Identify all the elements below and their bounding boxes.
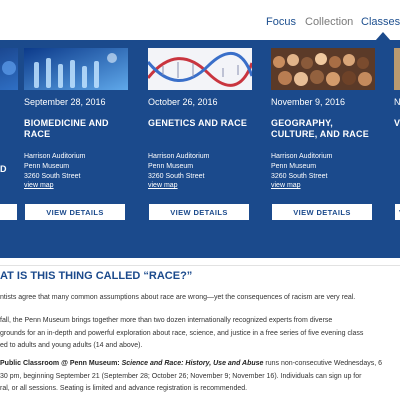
paragraph-text: runs non-consecutive Wednesdays, 6 xyxy=(263,360,383,367)
view-map-link[interactable]: view map xyxy=(271,182,301,189)
section-divider xyxy=(0,265,400,266)
view-details-button[interactable]: V xyxy=(394,203,400,221)
class-image xyxy=(394,48,400,90)
class-title: BIOMEDICINE AND RACE xyxy=(24,118,109,139)
top-navigation: Focus Collection Classes xyxy=(0,0,400,41)
intro-paragraph-1: ntists agree that many common assumption… xyxy=(0,292,400,305)
class-card-geography: November 9, 2016 GEOGRAPHY, CULTURE, AND… xyxy=(271,40,375,258)
venue-building: Penn Museum xyxy=(148,163,194,170)
intro-section: AT IS THIS THING CALLED “RACE?” ntists a… xyxy=(0,258,400,400)
paragraph-text: ntists agree that many common assumption… xyxy=(0,294,356,301)
class-date: October 26, 2016 xyxy=(148,97,218,107)
paragraph-line: ral, or all sessions. Seating is limited… xyxy=(0,385,248,392)
view-details-button[interactable]: VIEW DETAILS xyxy=(148,203,250,221)
class-title: GENETICS AND RACE xyxy=(148,118,248,128)
nav-focus-link[interactable]: Focus xyxy=(266,16,296,28)
class-image xyxy=(0,48,18,90)
paragraph-line: fall, the Penn Museum brings together mo… xyxy=(0,317,333,324)
paragraph-line: 30 pm, beginning September 21 (September… xyxy=(0,372,362,380)
class-venue: Harrison Auditorium Penn Museum 3260 Sou… xyxy=(148,152,252,182)
venue-building: Penn Museum xyxy=(24,163,70,170)
view-details-button[interactable]: VIEW DETAILS xyxy=(24,203,126,221)
venue-street: 3260 South Street xyxy=(24,173,81,180)
intro-paragraph-2: fall, the Penn Museum brings together mo… xyxy=(0,315,400,353)
venue-name: Harrison Auditorium xyxy=(271,153,333,160)
view-map-link[interactable]: view map xyxy=(148,182,178,189)
section-heading: AT IS THIS THING CALLED “RACE?” xyxy=(0,270,193,282)
venue-name: Harrison Auditorium xyxy=(148,153,210,160)
nav-classes-link[interactable]: Classes xyxy=(361,16,400,28)
venue-street: 3260 South Street xyxy=(271,173,328,180)
venue-name: Harrison Auditorium xyxy=(24,153,86,160)
class-date: November 9, 2016 xyxy=(271,97,346,107)
venue-street: 3260 South Street xyxy=(148,173,205,180)
class-carousel: D September 28, 2016 BIOMEDICINE AND RAC… xyxy=(0,40,400,258)
class-card: D xyxy=(0,40,18,258)
view-details-button[interactable] xyxy=(0,203,18,221)
nav-collection-link[interactable]: Collection xyxy=(305,16,353,28)
class-image-genetics xyxy=(148,48,252,90)
view-details-button[interactable]: VIEW DETAILS xyxy=(271,203,373,221)
class-title: V xyxy=(394,118,400,128)
class-image-biomedicine xyxy=(24,48,128,90)
class-date: September 28, 2016 xyxy=(24,97,106,107)
paragraph-line: ed to adults and young adults (14 and ab… xyxy=(0,342,143,349)
class-card: N V V xyxy=(394,40,400,258)
class-venue: Harrison Auditorium Penn Museum 3260 Sou… xyxy=(271,152,375,182)
class-date: N xyxy=(394,97,400,107)
venue-building: Penn Museum xyxy=(271,163,317,170)
class-card-genetics: October 26, 2016 GENETICS AND RACE Harri… xyxy=(148,40,252,258)
class-title: GEOGRAPHY, CULTURE, AND RACE xyxy=(271,118,369,139)
view-map-link[interactable]: view map xyxy=(24,182,54,189)
class-card-biomedicine: September 28, 2016 BIOMEDICINE AND RACE … xyxy=(24,40,128,258)
intro-paragraph-3: Public Classroom @ Penn Museum: Science … xyxy=(0,358,400,396)
paragraph-line: grounds for an in-depth and powerful exp… xyxy=(0,329,364,337)
class-venue: Harrison Auditorium Penn Museum 3260 Sou… xyxy=(24,152,128,182)
paragraph-line: Public Classroom @ Penn Museum: Science … xyxy=(0,358,400,371)
class-image-geography xyxy=(271,48,375,90)
program-subtitle: Science and Race: History, Use and Abuse xyxy=(121,360,264,367)
program-name: Public Classroom @ Penn Museum: xyxy=(0,360,122,367)
